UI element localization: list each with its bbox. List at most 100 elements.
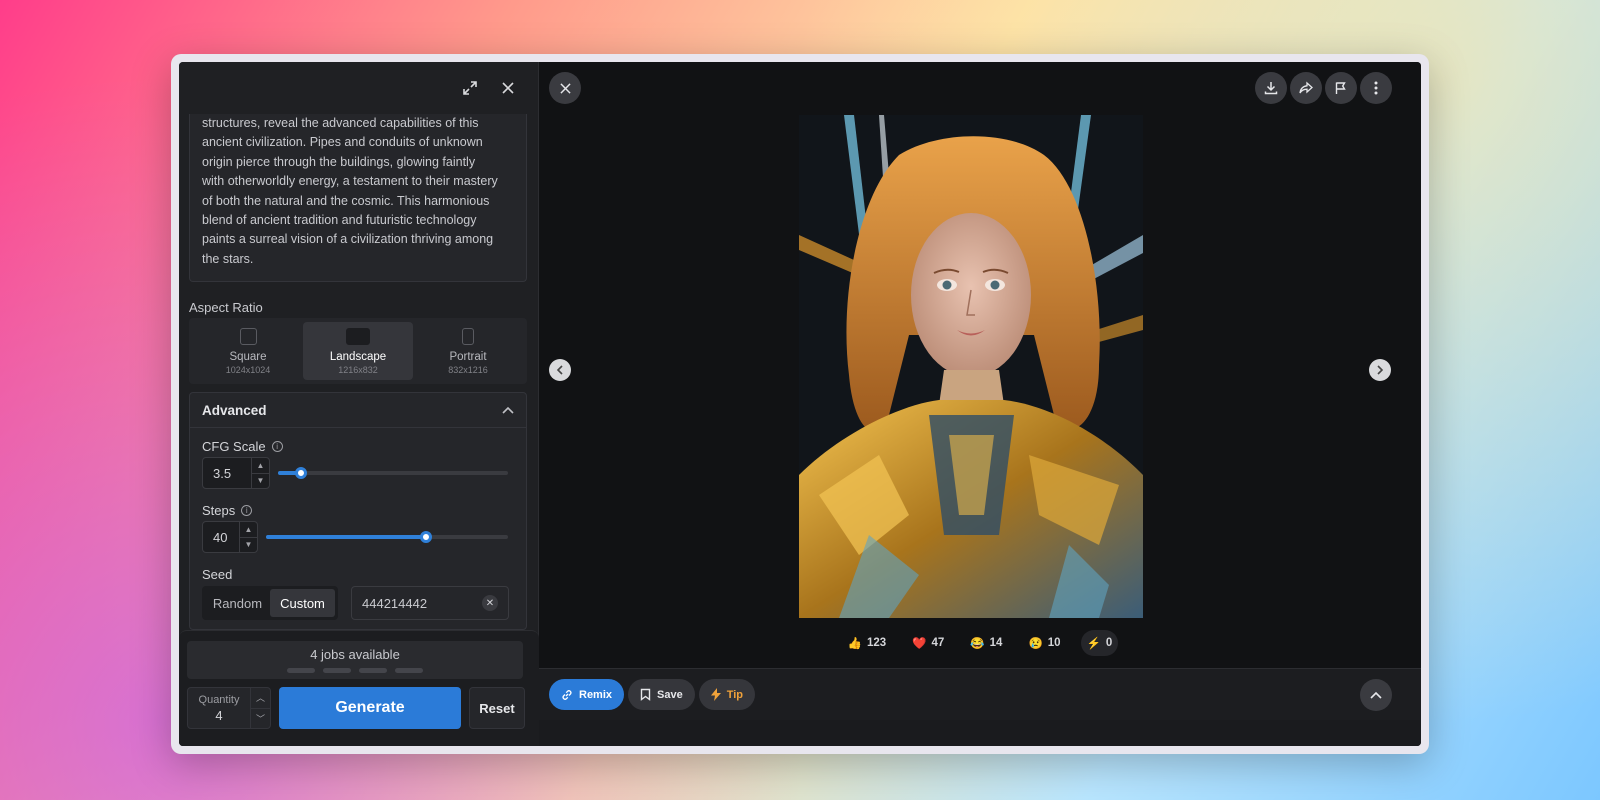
increment-icon[interactable]: ▲ bbox=[240, 522, 257, 538]
seed-label: Seed bbox=[202, 567, 232, 582]
steps-stepper: ▲ ▼ bbox=[239, 522, 257, 552]
aspect-option-size: 1024x1024 bbox=[225, 364, 271, 375]
laugh-icon: 😂 bbox=[970, 638, 985, 650]
increment-icon[interactable]: ▲ bbox=[252, 458, 269, 474]
remix-label: Remix bbox=[579, 688, 613, 701]
aspect-option-size: 832x1216 bbox=[448, 364, 488, 375]
prompt-line: blend of ancient tradition and futuristi… bbox=[202, 213, 477, 228]
steps-slider-thumb[interactable] bbox=[419, 531, 432, 543]
cfg-scale-label: CFG Scale i bbox=[202, 439, 283, 454]
job-slot bbox=[323, 668, 351, 673]
steps-input[interactable]: 40 ▲ ▼ bbox=[202, 521, 258, 553]
more-options-button[interactable] bbox=[1360, 72, 1392, 104]
info-icon[interactable]: i bbox=[241, 505, 253, 516]
sad-icon: 😢 bbox=[1028, 638, 1043, 650]
reaction-count: 10 bbox=[1047, 637, 1061, 649]
decrement-icon[interactable]: ▼ bbox=[252, 474, 269, 489]
seed-mode-toggle: Random Custom bbox=[202, 586, 338, 620]
quantity-display: Quantity 4 bbox=[188, 688, 250, 728]
remix-button[interactable]: Remix bbox=[549, 679, 625, 710]
download-icon bbox=[1264, 82, 1278, 95]
advanced-header[interactable]: Advanced bbox=[190, 393, 526, 428]
prompt-line: of both the natural and the cosmic. This… bbox=[202, 193, 490, 208]
landscape-shape-icon bbox=[346, 327, 370, 345]
chevron-right-icon bbox=[1377, 365, 1384, 375]
bottom-strip bbox=[539, 720, 1421, 746]
cfg-scale-slider[interactable] bbox=[278, 467, 508, 479]
reset-button[interactable]: Reset bbox=[469, 687, 525, 729]
more-vertical-icon bbox=[1374, 81, 1378, 95]
tip-label: Tip bbox=[726, 688, 744, 701]
steps-value: 40 bbox=[213, 529, 228, 545]
reaction-bar: 👍 123 ❤️ 47 😂 14 😢 10 ⚡ 0 bbox=[539, 630, 1421, 656]
flag-icon bbox=[1335, 82, 1346, 94]
steps-slider-fill bbox=[266, 535, 426, 539]
cfg-scale-text: CFG Scale bbox=[202, 439, 266, 454]
previous-image-button[interactable] bbox=[549, 359, 571, 381]
reaction-tip[interactable]: ⚡ 0 bbox=[1080, 630, 1119, 656]
chevron-up-icon bbox=[1370, 691, 1382, 699]
seed-mode-random[interactable]: Random bbox=[205, 589, 270, 617]
share-icon bbox=[1299, 81, 1313, 94]
generate-bar: 4 jobs available Quantity 4 ︿ ﹀ Generate… bbox=[179, 630, 539, 746]
jobs-text: 4 jobs available bbox=[310, 647, 400, 662]
close-icon bbox=[559, 82, 571, 94]
image-action-bar: Remix Save Tip bbox=[539, 668, 1421, 720]
reaction-like[interactable]: 👍 123 bbox=[842, 630, 893, 656]
tip-button[interactable]: Tip bbox=[698, 679, 756, 710]
steps-label: Steps i bbox=[202, 503, 253, 518]
chevron-down-icon[interactable]: ﹀ bbox=[251, 709, 270, 729]
aspect-option-name: Landscape bbox=[329, 350, 387, 363]
lightning-icon: ⚡ bbox=[1086, 638, 1101, 650]
report-button[interactable] bbox=[1325, 72, 1357, 104]
square-shape-icon bbox=[239, 327, 257, 345]
chevron-left-icon bbox=[556, 365, 563, 375]
chevron-up-icon[interactable] bbox=[502, 403, 514, 417]
clear-icon[interactable]: ✕ bbox=[482, 595, 498, 611]
prompt-textarea[interactable]: structures, reveal the advanced capabili… bbox=[189, 114, 527, 282]
next-image-button[interactable] bbox=[1369, 359, 1391, 381]
aspect-option-square[interactable]: Square 1024x1024 bbox=[193, 322, 303, 380]
aspect-option-portrait[interactable]: Portrait 832x1216 bbox=[413, 322, 523, 380]
app-inner: structures, reveal the advanced capabili… bbox=[179, 62, 1421, 746]
cfg-scale-slider-thumb[interactable] bbox=[295, 467, 307, 479]
collapse-button[interactable] bbox=[1360, 679, 1392, 711]
aspect-option-size: 1216x832 bbox=[338, 364, 378, 375]
chevron-up-icon[interactable]: ︿ bbox=[251, 688, 270, 709]
steps-slider[interactable] bbox=[266, 531, 508, 543]
aspect-option-name: Portrait bbox=[449, 350, 487, 363]
cfg-scale-stepper: ▲ ▼ bbox=[251, 458, 269, 488]
generate-button[interactable]: Generate bbox=[279, 687, 461, 729]
jobs-bars bbox=[287, 668, 423, 673]
save-button[interactable]: Save bbox=[628, 679, 695, 710]
reaction-laugh[interactable]: 😂 14 bbox=[964, 630, 1008, 656]
download-button[interactable] bbox=[1255, 72, 1287, 104]
quantity-label: Quantity bbox=[198, 693, 240, 706]
cfg-scale-value: 3.5 bbox=[213, 465, 232, 481]
portrait-shape-icon bbox=[462, 327, 474, 345]
advanced-title: Advanced bbox=[202, 402, 267, 418]
quantity-stepper[interactable]: Quantity 4 ︿ ﹀ bbox=[187, 687, 271, 729]
seed-input[interactable]: 444214442 ✕ bbox=[351, 586, 509, 620]
quantity-arrows: ︿ ﹀ bbox=[250, 688, 270, 728]
prompt-line: paints a surreal vision of a civilizatio… bbox=[202, 232, 494, 247]
cfg-scale-input[interactable]: 3.5 ▲ ▼ bbox=[202, 457, 270, 489]
seed-mode-custom[interactable]: Custom bbox=[270, 589, 335, 617]
aspect-option-landscape[interactable]: Landscape 1216x832 bbox=[303, 322, 413, 380]
close-viewer-button[interactable] bbox=[549, 72, 581, 104]
expand-icon[interactable] bbox=[460, 78, 480, 98]
info-icon[interactable]: i bbox=[271, 441, 283, 452]
reaction-count: 14 bbox=[989, 637, 1003, 649]
heart-icon: ❤️ bbox=[912, 638, 927, 650]
share-button[interactable] bbox=[1290, 72, 1322, 104]
steps-text: Steps bbox=[202, 503, 236, 518]
generation-panel: structures, reveal the advanced capabili… bbox=[179, 62, 539, 746]
aspect-option-name: Square bbox=[229, 350, 267, 363]
close-panel-icon[interactable] bbox=[498, 78, 518, 98]
bookmark-icon bbox=[640, 688, 651, 701]
reaction-heart[interactable]: ❤️ 47 bbox=[906, 630, 950, 656]
decrement-icon[interactable]: ▼ bbox=[240, 538, 257, 553]
seed-value: 444214442 bbox=[362, 595, 428, 611]
link-icon bbox=[562, 689, 572, 700]
reaction-sad[interactable]: 😢 10 bbox=[1022, 630, 1066, 656]
